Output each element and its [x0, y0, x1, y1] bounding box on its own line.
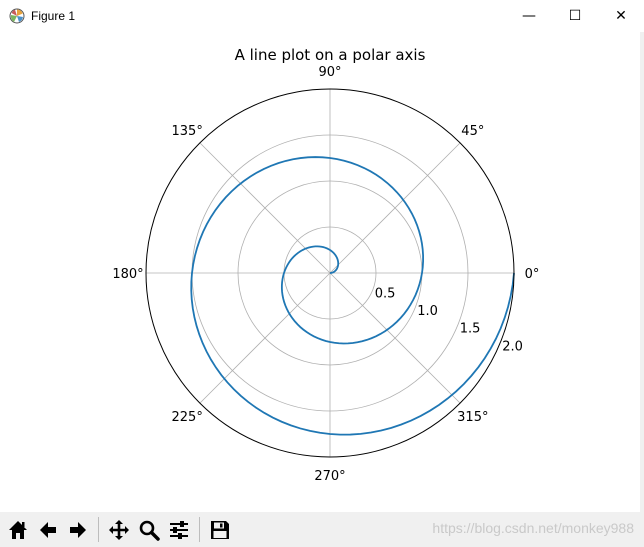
minimize-icon: — [522, 8, 536, 24]
close-button[interactable]: ✕ [598, 0, 644, 32]
zoom-icon [139, 520, 160, 541]
theta-tick-label: 180° [112, 267, 143, 282]
forward-icon [70, 521, 86, 538]
pan-icon [109, 519, 129, 540]
theta-tick-label: 135° [172, 124, 203, 139]
zoom-button[interactable] [136, 516, 162, 543]
navigation-toolbar: https://blog.csdn.net/monkey988 [0, 512, 644, 547]
r-tick-label: 2.0 [502, 339, 523, 354]
window-titlebar: Figure 1 — ☐ ✕ [0, 0, 644, 32]
theta-tick-label: 270° [314, 469, 345, 484]
toolbar-separator [98, 517, 99, 542]
forward-button[interactable] [65, 516, 91, 543]
watermark: https://blog.csdn.net/monkey988 [432, 520, 634, 536]
maximize-button[interactable]: ☐ [552, 0, 598, 32]
configure-subplots-button[interactable] [166, 516, 192, 543]
theta-tick-label: 225° [172, 410, 203, 425]
r-tick-label: 1.0 [417, 304, 438, 319]
theta-tick-label: 0° [525, 267, 540, 282]
r-tick-label: 0.5 [375, 287, 396, 302]
back-button[interactable] [35, 516, 61, 543]
home-button[interactable] [5, 516, 31, 543]
configure-subplots-icon [170, 520, 188, 539]
right-border [640, 32, 644, 512]
save-button[interactable] [207, 516, 233, 543]
figure-canvas[interactable]: A line plot on a polar axis 0° 45° 90° 135°… [0, 32, 644, 512]
maximize-icon: ☐ [568, 8, 582, 24]
theta-tick-label: 315° [457, 410, 488, 425]
toolbar-separator [199, 517, 200, 542]
save-icon [211, 520, 229, 539]
close-icon: ✕ [615, 8, 627, 24]
polar-plot: A line plot on a polar axis 0° 45° 90° 135°… [112, 46, 540, 484]
chart-title: A line plot on a polar axis [235, 46, 426, 64]
home-icon [9, 520, 27, 539]
r-tick-label: 1.5 [460, 322, 481, 337]
theta-tick-label: 45° [461, 124, 484, 139]
minimize-button[interactable]: — [506, 0, 552, 32]
back-icon [40, 521, 56, 538]
pan-button[interactable] [106, 516, 132, 543]
theta-tick-label: 90° [318, 65, 341, 80]
matplotlib-app-icon [9, 8, 25, 24]
window-title: Figure 1 [31, 9, 76, 23]
